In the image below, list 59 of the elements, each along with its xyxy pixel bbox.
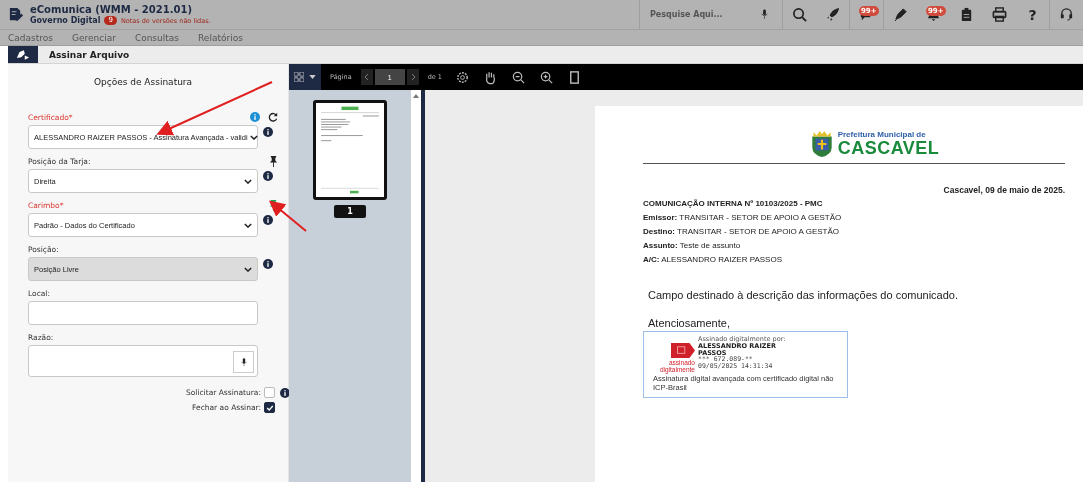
menu-item[interactable]: Relatórios (198, 32, 243, 43)
next-page-icon[interactable] (406, 69, 419, 85)
document-date: Cascavel, 09 de maio de 2025. (943, 185, 1065, 195)
document-pen-icon (8, 7, 23, 22)
app-subtitle: Governo Digital (30, 16, 101, 25)
search-field[interactable]: Pesquise Aqui... (650, 10, 730, 19)
refresh-icon[interactable] (268, 112, 278, 122)
headset-icon (1059, 7, 1074, 22)
hand-icon[interactable] (483, 69, 498, 85)
text-input[interactable] (28, 301, 258, 325)
chevron-down-icon (249, 134, 258, 140)
document-field: Assunto: Teste de assunto (643, 241, 1065, 250)
clipboard-icon (959, 7, 974, 22)
search-icon (792, 7, 807, 22)
zoom-in-icon[interactable] (539, 69, 554, 85)
menu-item[interactable]: Gerenciar (71, 32, 116, 43)
chevron-down-icon (244, 266, 252, 272)
page-title: Assinar Arquivo (48, 49, 130, 60)
signature-seal-icon (671, 343, 695, 358)
checkbox[interactable] (264, 402, 275, 413)
logo-title: CASCAVEL (837, 139, 940, 157)
microphone-button[interactable] (233, 351, 254, 373)
info-icon[interactable] (263, 215, 273, 225)
document-text: Campo destinado à descrição das informações do comunicado. (647, 289, 959, 301)
help-button[interactable]: ? (1016, 0, 1050, 29)
app-title: eComunica (WMM - 2021.01) (30, 4, 193, 16)
menu-item[interactable]: Cadastros (8, 32, 53, 43)
document-field: A/C: ALESSANDRO RAIZER PASSOS (643, 255, 1065, 264)
grid-icon (294, 72, 304, 82)
microphone-icon[interactable] (761, 9, 768, 20)
splitter-handle[interactable] (421, 90, 425, 482)
pen-sign-icon (16, 49, 30, 60)
previous-page-icon[interactable] (360, 69, 373, 85)
document-field: Emissor: TRANSITAR - SETOR DE APOIO A GESTÃO (643, 213, 1065, 222)
document-closing: Atenciosamente, (647, 317, 731, 329)
help-icon[interactable] (250, 112, 260, 122)
chevron-down-icon (244, 222, 252, 228)
document-field: Destino: TRANSITAR - SETOR DE APOIO A GESTÃO (643, 227, 1065, 236)
zoom-out-icon[interactable] (511, 69, 526, 85)
thumbnails-button[interactable] (289, 64, 321, 90)
checkbox[interactable] (264, 387, 275, 398)
settings-icon[interactable] (455, 69, 470, 85)
pin-icon[interactable] (269, 155, 278, 167)
menu-item[interactable]: Consultas (134, 32, 179, 43)
annotation-arrow (268, 200, 307, 232)
panel-title: Opções de Assinatura (92, 77, 194, 87)
chevron-down-icon (244, 178, 252, 184)
caret-down-icon (309, 75, 316, 79)
document-heading: COMUNICAÇÃO INTERNA Nº 10103/2025 - PMC (643, 199, 824, 208)
scroll-up-icon[interactable] (413, 94, 419, 98)
pen-icon (893, 7, 908, 22)
info-icon[interactable] (263, 171, 273, 181)
logo-caption: Prefeitura Municipal de (837, 131, 927, 139)
microphone-icon (240, 357, 247, 367)
printer-icon (992, 7, 1007, 22)
info-icon[interactable] (263, 127, 273, 137)
page-number-badge: 1 (334, 205, 366, 218)
check-icon (265, 403, 274, 412)
page-view-icon[interactable] (567, 69, 582, 85)
